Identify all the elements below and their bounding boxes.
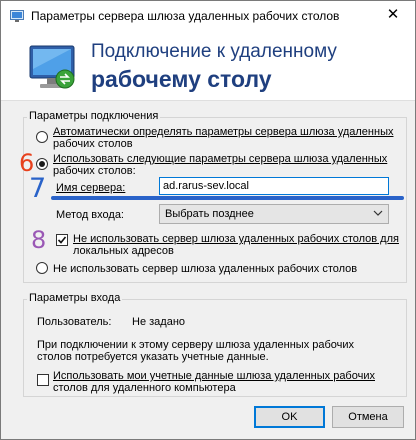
- title-bar[interactable]: Параметры сервера шлюза удаленных рабочи…: [1, 1, 415, 31]
- login-group-title: Параметры входа: [27, 292, 123, 304]
- banner-heading-line2: рабочему столу: [91, 66, 272, 92]
- annotation-number-7: 7: [29, 173, 47, 204]
- annotation-number-6: 6: [19, 149, 35, 177]
- auto-detect-label[interactable]: Автоматически определять параметры серве…: [53, 126, 393, 150]
- close-icon[interactable]: ✕: [371, 1, 415, 31]
- annotation-underline: [51, 196, 404, 200]
- header-banner: Подключение к удаленному рабочему столу: [1, 31, 415, 101]
- connection-group-title: Параметры подключения: [27, 110, 161, 122]
- window-title: Параметры сервера шлюза удаленных рабочи…: [31, 9, 340, 23]
- chevron-down-icon: [373, 210, 383, 216]
- no-gateway-label[interactable]: Не использовать сервер шлюза удаленных р…: [53, 263, 357, 275]
- annotation-number-8: 8: [31, 226, 47, 254]
- no-gateway-radio[interactable]: [36, 262, 48, 274]
- use-settings-label[interactable]: Использовать следующие параметры сервера…: [53, 153, 387, 177]
- use-settings-radio[interactable]: [36, 158, 48, 170]
- bypass-local-checkbox[interactable]: [56, 234, 68, 246]
- login-method-select[interactable]: Выбрать позднее: [159, 204, 389, 224]
- dialog-window: Параметры сервера шлюза удаленных рабочи…: [0, 0, 416, 440]
- auto-detect-radio[interactable]: [36, 131, 48, 143]
- user-label: Пользователь:: [37, 316, 112, 328]
- use-credentials-label[interactable]: Использовать мои учетные данные шлюза уд…: [53, 370, 375, 394]
- credentials-note: При подключении к этому серверу шлюза уд…: [37, 339, 355, 363]
- bypass-local-label[interactable]: Не использовать сервер шлюза удаленных р…: [73, 233, 399, 257]
- ok-button[interactable]: OK: [254, 406, 325, 428]
- login-method-label: Метод входа:: [56, 209, 124, 221]
- app-icon: [10, 10, 24, 22]
- user-value: Не задано: [132, 316, 186, 328]
- banner-heading-line1: Подключение к удаленному: [91, 41, 337, 62]
- server-name-label: Имя сервера:: [56, 182, 126, 194]
- remote-desktop-monitor-icon: [29, 45, 75, 89]
- use-credentials-checkbox[interactable]: [37, 374, 49, 386]
- server-name-input[interactable]: ad.rarus-sev.local: [159, 177, 389, 195]
- login-method-value: Выбрать позднее: [165, 208, 254, 220]
- cancel-button[interactable]: Отмена: [332, 406, 404, 428]
